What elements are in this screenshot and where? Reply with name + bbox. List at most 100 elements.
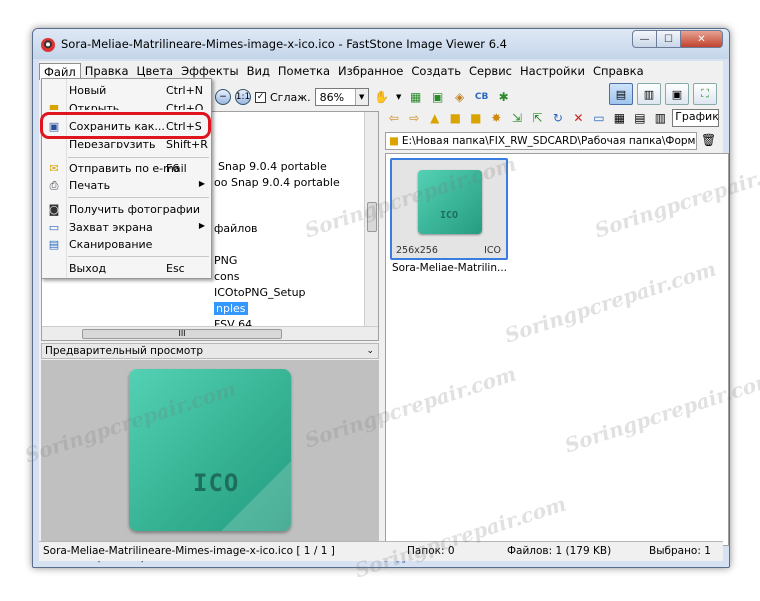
menu-tools[interactable]: Сервис	[465, 62, 516, 80]
menu-help[interactable]: Справка	[589, 62, 648, 80]
menu-favorites[interactable]: Избранное	[334, 62, 407, 80]
status-folders: Папок: 0	[407, 545, 455, 557]
menu-item-new[interactable]: Новый Ctrl+N	[42, 82, 211, 100]
menu-tag[interactable]: Пометка	[274, 62, 334, 80]
tree-item[interactable]: cons	[214, 270, 239, 283]
tree-horizontal-scrollbar[interactable]: III	[42, 326, 378, 340]
settings-icon[interactable]: ✱	[495, 88, 513, 106]
fullscreen-icon[interactable]: ⛶	[693, 83, 717, 105]
email-icon: ✉	[49, 162, 59, 175]
tag-icon[interactable]: ▭	[590, 109, 608, 127]
menu-item-label: Сканирование	[69, 238, 153, 251]
menu-view[interactable]: Вид	[243, 62, 274, 80]
zoom-out-icon[interactable]: −	[215, 89, 231, 105]
tree-vertical-scrollbar[interactable]	[364, 112, 378, 340]
actual-size-button[interactable]: 1:1	[235, 89, 251, 105]
tree-item-selected[interactable]: nples	[214, 302, 248, 315]
smooth-label: Сглаж.	[270, 90, 311, 104]
path-bar[interactable]: ■ E:\Новая папка\FIX_RW_SDCARD\Рабочая п…	[385, 132, 697, 150]
minimize-button[interactable]: —	[632, 30, 657, 48]
layout-browser-icon[interactable]: ▤	[609, 83, 633, 105]
menu-separator	[68, 197, 209, 198]
new-folder-icon[interactable]: ■	[467, 109, 485, 127]
grid-view-icon[interactable]: ▦	[611, 109, 629, 127]
ico-label: ICO	[440, 210, 459, 221]
thumbnail-filename[interactable]: Sora-Meliae-Matrilin...	[392, 262, 512, 274]
tree-item[interactable]: ICOtoPNG_Setup	[214, 286, 306, 299]
scroll-thumb[interactable]	[367, 202, 377, 232]
file-menu-dropdown: Новый Ctrl+N ■ Открыть Ctrl+O ▣ Сохранит…	[41, 78, 212, 279]
menu-settings[interactable]: Настройки	[516, 62, 589, 80]
smooth-checkbox[interactable]: ✓	[255, 91, 266, 103]
color-adjust-icon[interactable]: ◈	[451, 88, 469, 106]
rotate-icon[interactable]: ↻	[549, 109, 567, 127]
forward-arrow-icon[interactable]: ⇨	[406, 109, 424, 127]
filmstrip-icon[interactable]: ▦	[407, 88, 425, 106]
preview-title: Предварительный просмотр	[45, 345, 204, 357]
chevron-down-icon[interactable]: ▼	[395, 88, 403, 106]
menu-item-get-photos[interactable]: ◙ Получить фотографии	[42, 201, 211, 219]
refresh-icon[interactable]: ✸	[488, 109, 506, 127]
menu-file[interactable]: Файл	[39, 62, 81, 80]
printer-icon: ⎙	[49, 179, 59, 192]
thumbnail-browser: ICO 256x256 ICO Sora-Meliae-Matrilin...	[385, 153, 729, 546]
thumbnail-selected[interactable]: ICO 256x256 ICO	[390, 158, 508, 260]
tree-item[interactable]: oo Snap 9.0.4 portable	[214, 176, 340, 189]
ico-label: ICO	[193, 469, 240, 497]
trash-icon[interactable]: 🗑	[701, 133, 716, 147]
submenu-arrow-icon: ▶	[198, 179, 205, 188]
thumbnail-dimensions: 256x256	[396, 245, 438, 256]
menu-item-email[interactable]: ✉ Отправить по e-mail F6	[42, 160, 211, 178]
menu-item-shortcut: Ctrl+N	[166, 84, 204, 97]
zoom-value: 86%	[319, 90, 345, 104]
menu-item-open[interactable]: ■ Открыть Ctrl+O	[42, 100, 211, 110]
menu-item-label: Перезагрузить	[69, 138, 156, 148]
back-arrow-icon[interactable]: ⇦	[385, 109, 403, 127]
status-bar: Sora-Meliae-Matrilineare-Mimes-image-x-i…	[39, 541, 723, 561]
menu-item-shortcut: Esc	[166, 262, 185, 275]
thumbnail-image: ICO	[418, 170, 482, 234]
tree-item[interactable]: PNG	[214, 254, 237, 267]
menu-item-exit[interactable]: Выход Esc	[42, 260, 211, 278]
exit-icon	[46, 261, 62, 277]
menu-item-label: Захват экрана	[69, 221, 153, 234]
menu-item-screen-capture[interactable]: ▭ Захват экрана ▶	[42, 219, 211, 237]
edit-image-icon[interactable]: ▣	[429, 88, 447, 106]
tree-item[interactable]: Snap 9.0.4 portable	[218, 160, 327, 173]
layout-preview-icon[interactable]: ▥	[637, 83, 661, 105]
delete-icon[interactable]: ✕	[570, 109, 588, 127]
window-title: Sora-Meliae-Matrilineare-Mimes-image-x-i…	[61, 37, 507, 51]
chevron-down-icon: ▼	[354, 89, 368, 105]
scroll-thumb[interactable]: III	[82, 329, 282, 339]
title-bar[interactable]: Sora-Meliae-Matrilineare-Mimes-image-x-i…	[33, 29, 729, 59]
menu-item-label: Новый	[69, 84, 107, 97]
app-icon	[41, 38, 55, 52]
details-view-icon[interactable]: ▤	[631, 109, 649, 127]
file-type-filter[interactable]: Графика	[672, 109, 720, 127]
menu-item-label: Выход	[69, 262, 107, 275]
menu-separator	[68, 256, 209, 257]
move-to-icon[interactable]: ⇱	[529, 109, 547, 127]
menu-item-print[interactable]: ⎙ Печать ▶	[42, 177, 211, 195]
layout-single-icon[interactable]: ▣	[665, 83, 689, 105]
close-button[interactable]: ✕	[680, 30, 723, 48]
maximize-button[interactable]: ☐	[656, 30, 681, 48]
hand-tool-icon[interactable]: ✋	[373, 88, 391, 106]
collapse-icon[interactable]: ⌄	[366, 344, 374, 358]
menu-item-shortcut: F6	[166, 162, 180, 175]
favorites-folder-icon[interactable]: ■	[447, 109, 465, 127]
folder-up-icon[interactable]: ▲	[426, 109, 444, 127]
preview-pane: ICO	[41, 360, 379, 546]
preview-image: ICO	[129, 369, 291, 531]
menu-item-label: Печать	[69, 179, 111, 192]
left-toolbar: − 1:1 ✓ Сглаж. 86% ▼ ✋ ▼ ▦ ▣ ◈ CB ✱	[215, 85, 513, 109]
copy-to-icon[interactable]: ⇲	[508, 109, 526, 127]
tree-item[interactable]: файлов	[214, 222, 258, 235]
menu-create[interactable]: Создать	[407, 62, 465, 80]
zoom-select[interactable]: 86% ▼	[314, 88, 369, 106]
list-view-icon[interactable]: ▥	[652, 109, 670, 127]
menu-item-shortcut: Ctrl+O	[166, 102, 204, 110]
slideshow-icon[interactable]: CB	[473, 88, 491, 106]
menu-item-scan[interactable]: ▤ Сканирование	[42, 236, 211, 254]
tree-item[interactable]: FSV 64	[214, 318, 252, 326]
